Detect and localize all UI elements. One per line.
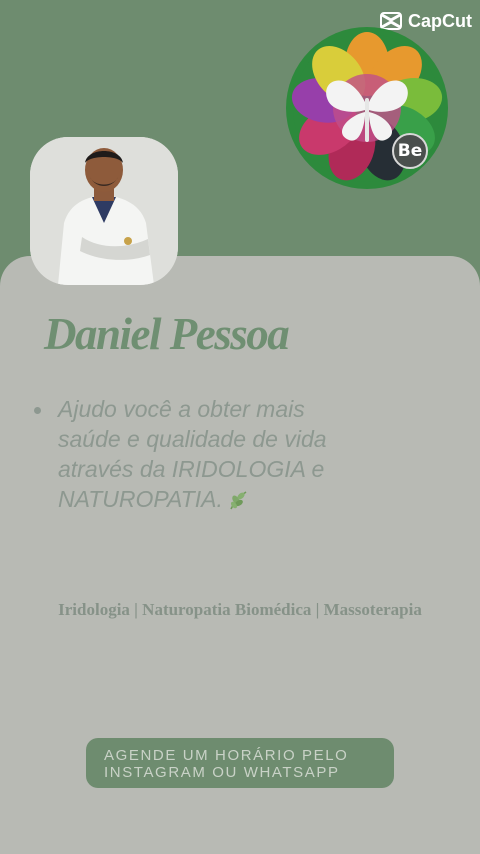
bio-line: Ajudo você a obter mais bbox=[58, 396, 305, 422]
be-badge: Be bbox=[392, 133, 428, 169]
flower-butterfly-image bbox=[291, 32, 443, 182]
schedule-cta-button[interactable]: AGENDE UM HORÁRIO PELO INSTAGRAM OU WHAT… bbox=[86, 738, 394, 788]
profile-photo bbox=[30, 137, 178, 285]
profile-name: Daniel Pessoa bbox=[44, 309, 290, 359]
services-text: Iridologia | Naturopatia Biomédica | Mas… bbox=[58, 600, 422, 619]
capcut-watermark: CapCut bbox=[379, 10, 472, 32]
bio-line: saúde e qualidade de vida bbox=[58, 426, 327, 452]
bio-line: NATUROPATIA. bbox=[58, 486, 223, 512]
cta-line: INSTAGRAM OU WHATSAPP bbox=[104, 764, 340, 781]
bio-line: através da IRIDOLOGIA e bbox=[58, 456, 325, 482]
avatar bbox=[30, 137, 178, 285]
cta-line: AGENDE UM HORÁRIO PELO bbox=[104, 747, 349, 764]
bio-list-item: Ajudo você a obter mais saúde e qualidad… bbox=[34, 394, 434, 514]
capcut-label: CapCut bbox=[408, 10, 472, 31]
herb-leaf-icon bbox=[230, 491, 247, 510]
bullet-icon bbox=[34, 407, 41, 414]
bio-link-page: CapCut Be Daniel Pessoa Ajudo você a obt… bbox=[0, 0, 480, 854]
brand-logo[interactable] bbox=[286, 27, 448, 189]
